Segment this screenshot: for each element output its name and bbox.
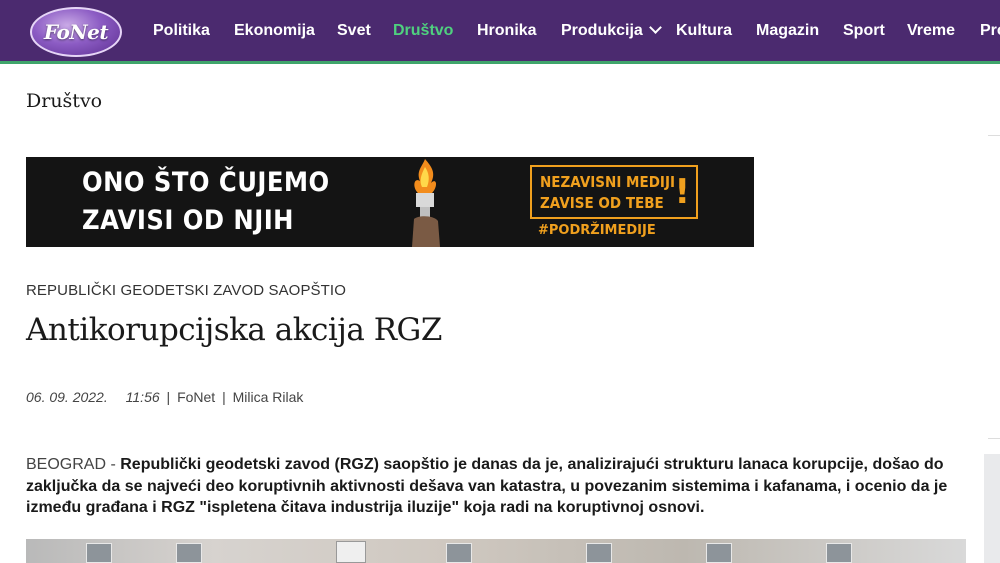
article-meta: 06. 09. 2022. 11:56 | FoNet | Milica Ril… <box>26 389 303 405</box>
nav-item-svet[interactable]: Svet <box>337 22 371 40</box>
nav-item-kultura[interactable]: Kultura <box>676 22 732 40</box>
meta-separator: | <box>222 389 226 405</box>
ad-banner[interactable]: ONO ŠTO ČUJEMO ZAVISI OD NJIH NEZAVISNI … <box>26 157 754 247</box>
sidebar-ad[interactable] <box>984 454 1000 563</box>
section-title: Društvo <box>26 90 103 112</box>
photo-detail <box>706 543 732 563</box>
article-photo <box>26 539 966 563</box>
photo-detail <box>336 541 366 563</box>
article-source: FoNet <box>177 389 216 405</box>
sidebar-divider <box>988 135 1000 136</box>
banner-callout-box: NEZAVISNI MEDIJI ZAVISE OD TEBE ! <box>530 165 698 219</box>
chevron-down-icon <box>648 21 662 34</box>
article-dateline: BEOGRAD - <box>26 456 121 473</box>
nav-item-vreme[interactable]: Vreme <box>907 22 955 40</box>
article-lead: BEOGRAD - Republički geodetski zavod (RG… <box>26 454 956 519</box>
photo-detail <box>446 543 472 563</box>
site-logo[interactable]: FoNet <box>30 7 122 57</box>
nav-item-drustvo[interactable]: Društvo <box>393 22 453 40</box>
torch-icon <box>412 159 440 247</box>
article-lead-text: Republički geodetski zavod (RGZ) saopšti… <box>26 456 948 516</box>
photo-detail <box>176 543 202 563</box>
nav-item-politika[interactable]: Politika <box>153 22 210 40</box>
exclamation-icon: ! <box>674 172 690 212</box>
site-header: FoNet Politika Ekonomija Svet Društvo Hr… <box>0 0 1000 64</box>
banner-box-line2: ZAVISE OD TEBE <box>540 194 664 212</box>
article-author-link[interactable]: Milica Rilak <box>233 389 304 405</box>
nav-item-hronika[interactable]: Hronika <box>477 22 537 40</box>
article-date: 06. 09. 2022. <box>26 389 108 405</box>
photo-detail <box>586 543 612 563</box>
nav-item-produkcija[interactable]: Produkcija <box>561 21 662 40</box>
article-headline: Antikorupcijska akcija RGZ <box>26 312 442 348</box>
sidebar-divider <box>988 438 1000 439</box>
logo-text: FoNet <box>43 20 109 44</box>
article-kicker: REPUBLIČKI GEODETSKI ZAVOD SAOPŠTIO <box>26 282 346 299</box>
nav-item-pro[interactable]: Pro <box>980 22 1000 40</box>
meta-separator: | <box>166 389 171 405</box>
banner-headline-line1: ONO ŠTO ČUJEMO <box>82 167 330 198</box>
banner-box-line1: NEZAVISNI MEDIJI <box>540 173 675 191</box>
nav-item-produkcija-label: Produkcija <box>561 22 643 39</box>
photo-detail <box>826 543 852 563</box>
banner-hashtag: #PODRŽIMEDIJE <box>538 223 656 238</box>
nav-item-magazin[interactable]: Magazin <box>756 22 819 40</box>
nav-item-sport[interactable]: Sport <box>843 22 885 40</box>
banner-headline-line2: ZAVISI OD NJIH <box>82 205 294 236</box>
nav-item-ekonomija[interactable]: Ekonomija <box>234 22 315 40</box>
photo-detail <box>86 543 112 563</box>
article-time: 11:56 <box>125 389 160 405</box>
